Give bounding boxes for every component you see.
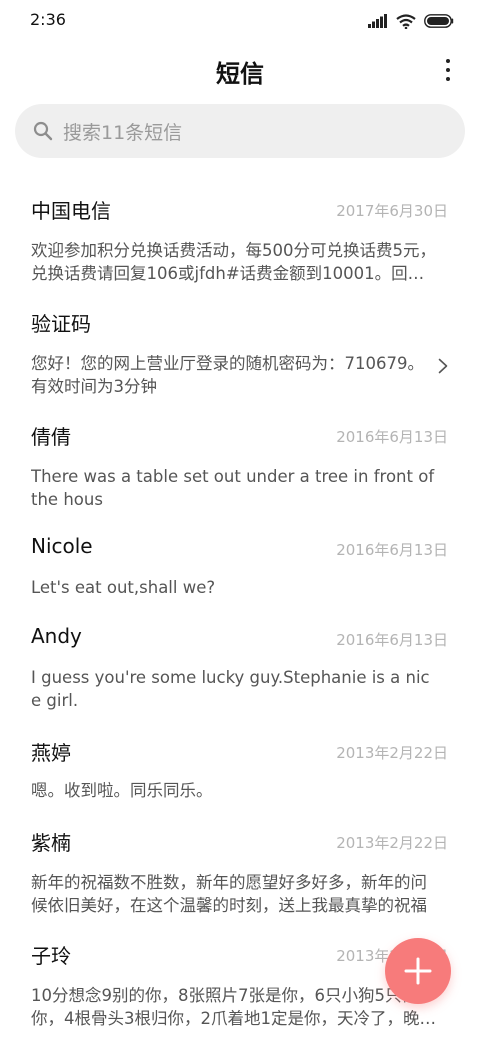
message-date: 2013年2月22日 — [336, 744, 448, 762]
message-date: 2016年6月13日 — [336, 541, 448, 559]
search-icon — [33, 121, 53, 141]
message-date: 2016年6月13日 — [336, 428, 448, 446]
contact-name: 验证码 — [31, 312, 91, 336]
more-vertical-icon — [446, 59, 450, 63]
plus-icon — [404, 957, 432, 985]
page-title: 短信 — [216, 60, 264, 88]
more-options-button[interactable] — [440, 56, 456, 84]
contact-name: 燕婷 — [31, 741, 71, 765]
status-bar: 2:36 — [0, 0, 480, 40]
header: 短信 — [0, 40, 480, 100]
status-icons — [368, 12, 454, 30]
wifi-icon — [396, 13, 416, 29]
message-date: 2013年2月22日 — [336, 834, 448, 852]
list-item[interactable]: 紫楠 2013年2月22日 新年的祝福数不胜数，新年的愿望好多好多，新年的问候依… — [0, 827, 480, 919]
new-message-button[interactable] — [385, 938, 451, 1004]
message-date: 2017年6月30日 — [336, 202, 448, 220]
list-item[interactable]: 中国电信 2017年6月30日 欢迎参加积分兑换话费活动，每500分可兑换话费5… — [0, 195, 480, 287]
message-preview: I guess you're some lucky guy.Stephanie … — [31, 668, 430, 710]
message-preview: 新年的祝福数不胜数，新年的愿望好多好多，新年的问候依旧美好，在这个温馨的时刻，送… — [31, 873, 427, 915]
message-date: 2016年6月13日 — [336, 631, 448, 649]
search-input[interactable]: 搜索11条短信 — [15, 104, 465, 158]
message-preview: Let's eat out,shall we? — [31, 578, 216, 597]
message-preview: 嗯。收到啦。同乐同乐。 — [31, 781, 213, 800]
list-item[interactable]: Andy 2016年6月13日 I guess you're some luck… — [0, 624, 480, 716]
status-time: 2:36 — [30, 10, 66, 29]
contact-name: 紫楠 — [31, 831, 71, 855]
list-item[interactable]: Nicole 2016年6月13日 Let's eat out,shall we… — [0, 534, 480, 604]
message-preview: 您好！您的网上营业厅登录的随机密码为：710679。有效时间为3分钟 — [31, 354, 424, 396]
contact-name: Nicole — [31, 534, 93, 558]
chevron-right-icon — [438, 358, 448, 374]
contact-name: 子玲 — [31, 944, 71, 968]
list-item[interactable]: 验证码 您好！您的网上营业厅登录的随机密码为：710679。有效时间为3分钟 — [0, 308, 480, 400]
contact-name: 中国电信 — [31, 199, 111, 223]
list-item[interactable]: 倩倩 2016年6月13日 There was a table set out … — [0, 421, 480, 513]
contact-name: Andy — [31, 624, 82, 648]
list-item[interactable]: 燕婷 2013年2月22日 嗯。收到啦。同乐同乐。 — [0, 737, 480, 807]
search-placeholder: 搜索11条短信 — [63, 121, 183, 144]
battery-icon — [424, 14, 454, 28]
contact-name: 倩倩 — [31, 425, 71, 449]
message-preview: 10分想念9别的你，8张照片7张是你，6只小狗5只像你，4根骨头3根归你，2爪着… — [31, 986, 436, 1028]
message-preview: There was a table set out under a tree i… — [31, 467, 435, 509]
signal-icon — [368, 14, 387, 28]
message-preview: 欢迎参加积分兑换话费活动，每500分可兑换话费5元，兑换话费请回复106或jfd… — [31, 241, 436, 283]
